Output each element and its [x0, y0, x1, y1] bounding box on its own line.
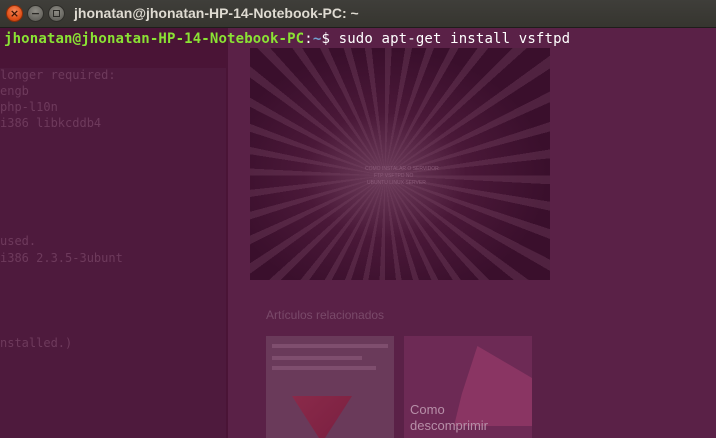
maximize-icon — [53, 10, 60, 17]
terminal-command: sudo apt-get install vsftpd — [338, 31, 571, 47]
background-image-caption: FTP VSFTPD NO — [374, 173, 414, 179]
background-thumb-graphic — [292, 396, 352, 438]
background-line: php-l10n — [0, 100, 58, 114]
background-related-heading: Artículos relacionados — [266, 308, 385, 322]
background-image-caption: UBUNTU LINUX SERVER — [367, 180, 426, 186]
background-page: longer required: engb php-l10n i386 libk… — [0, 28, 716, 438]
minimize-icon: − — [30, 7, 41, 20]
background-left-panel: longer required: engb php-l10n i386 libk… — [0, 68, 226, 438]
background-line: i386 libkcddb4 — [0, 116, 102, 130]
background-thumbnail: Como descomprimir — [404, 336, 532, 438]
minimize-button[interactable]: − — [27, 5, 44, 22]
background-thumb-graphic — [454, 346, 532, 426]
background-thumb-bar — [272, 344, 388, 348]
background-thumb-bar — [272, 366, 376, 370]
background-image-rays — [250, 48, 550, 280]
background-thumb-bar — [272, 356, 362, 360]
prompt-colon: : — [304, 31, 313, 47]
terminal-window: longer required: engb php-l10n i386 libk… — [0, 0, 716, 438]
background-image-caption: COMO INSTALAR O SERVIDOR — [365, 166, 439, 172]
background-article-image: COMO INSTALAR O SERVIDOR FTP VSFTPD NO U… — [250, 48, 550, 280]
close-button[interactable]: × — [6, 5, 23, 22]
background-line: i386 2.3.5-3ubunt — [0, 251, 123, 265]
background-thumb-text: descomprimir — [410, 418, 489, 433]
background-thumbnail — [266, 336, 394, 438]
background-thumb-text: Como — [410, 402, 445, 417]
title-bar[interactable]: × − jhonatan@jhonatan-HP-14-Notebook-PC:… — [0, 0, 716, 28]
background-line: longer required: — [0, 68, 116, 82]
maximize-button[interactable] — [48, 5, 65, 22]
prompt-user-host: jhonatan@jhonatan-HP-14-Notebook-PC — [4, 31, 305, 47]
background-line: engb — [0, 84, 29, 98]
prompt-symbol: $ — [321, 31, 339, 47]
close-icon: × — [9, 7, 20, 20]
terminal-prompt-line[interactable]: jhonatan@jhonatan-HP-14-Notebook-PC:~$ s… — [4, 31, 570, 48]
window-title: jhonatan@jhonatan-HP-14-Notebook-PC: ~ — [74, 5, 359, 21]
background-line: used. — [0, 234, 37, 248]
background-line: nstalled.) — [0, 336, 73, 350]
